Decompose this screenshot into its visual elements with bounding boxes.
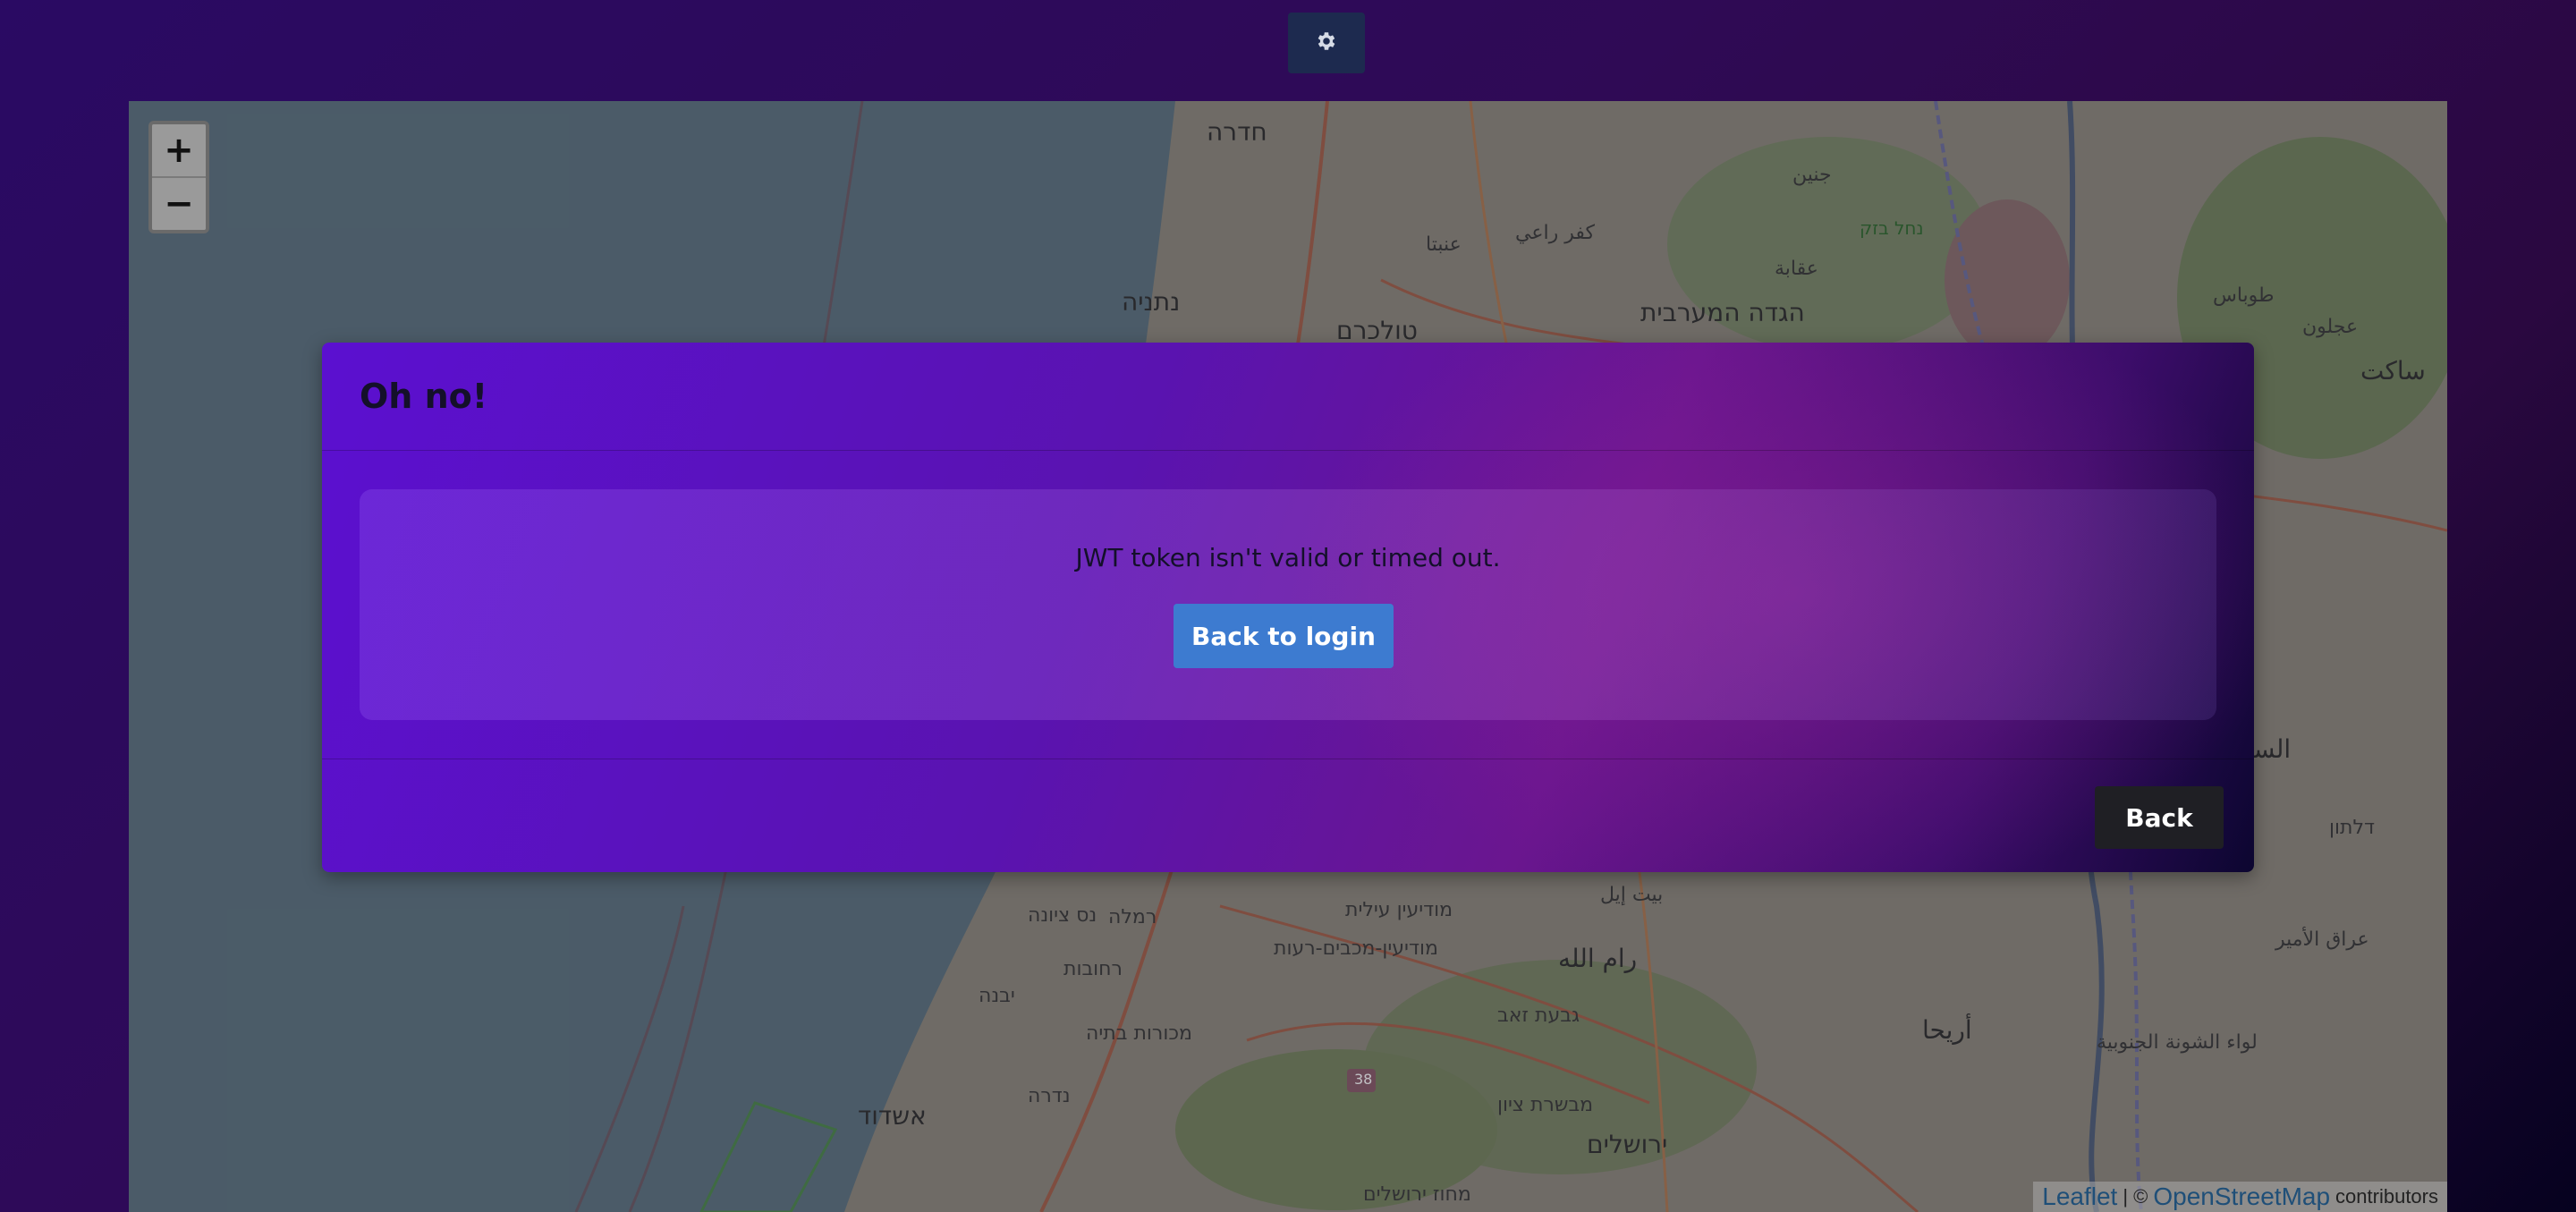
modal-header: Oh no! (322, 343, 2254, 451)
zoom-control: + − (148, 121, 209, 233)
modal-body: JWT token isn't valid or timed out. Back… (360, 489, 2216, 720)
zoom-out-button[interactable]: − (152, 176, 206, 230)
error-message: JWT token isn't valid or timed out. (1075, 543, 1501, 572)
map-attribution: Leaflet | © OpenStreetMap contributors (2033, 1182, 2447, 1212)
openstreetmap-link[interactable]: OpenStreetMap (2153, 1182, 2330, 1211)
zoom-in-button[interactable]: + (152, 124, 206, 176)
modal-footer: Back (322, 759, 2254, 872)
gear-icon (1315, 30, 1338, 56)
back-button[interactable]: Back (2095, 786, 2224, 849)
attribution-separator: | © (2123, 1185, 2148, 1208)
modal-title: Oh no! (360, 377, 488, 416)
settings-button[interactable] (1288, 13, 1365, 73)
attribution-contributors: contributors (2335, 1185, 2438, 1208)
back-to-login-button[interactable]: Back to login (1174, 604, 1394, 668)
error-modal: Oh no! JWT token isn't valid or timed ou… (322, 343, 2254, 872)
leaflet-link[interactable]: Leaflet (2042, 1182, 2117, 1211)
